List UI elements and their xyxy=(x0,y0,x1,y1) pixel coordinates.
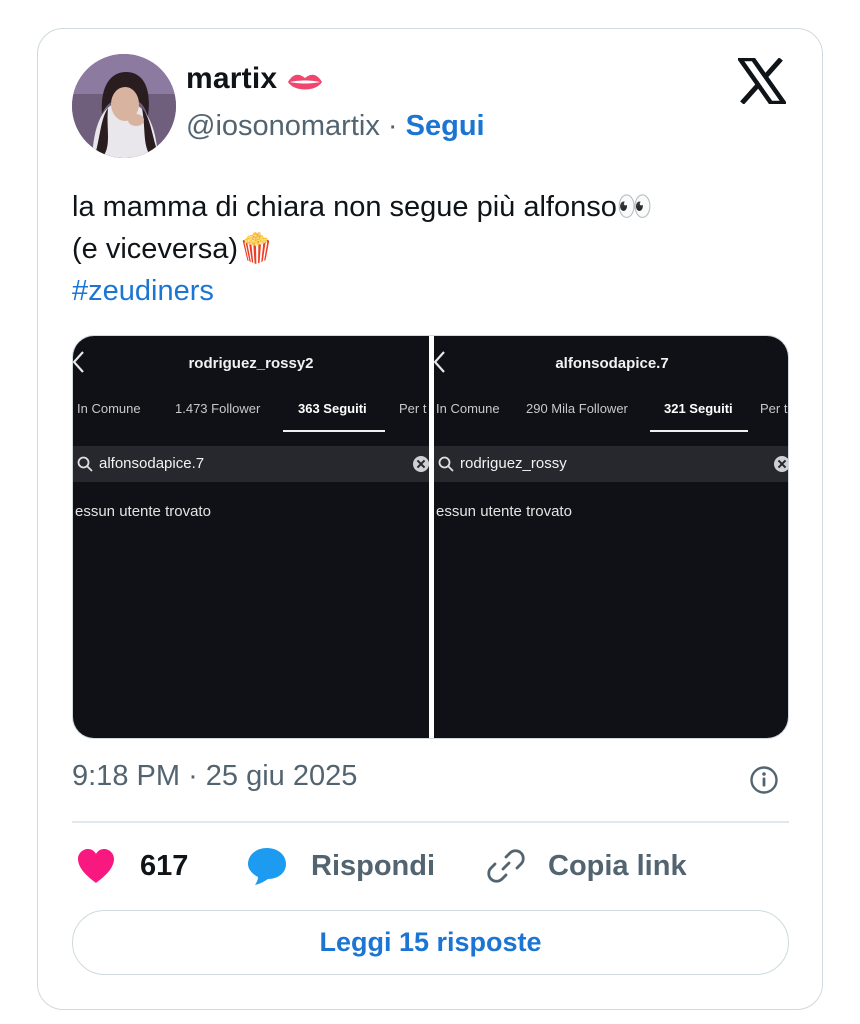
tab-seguiti: 363 Seguiti xyxy=(298,401,367,416)
clear-icon xyxy=(413,456,429,472)
active-tab-underline xyxy=(650,430,748,432)
clear-icon xyxy=(774,456,788,472)
like-count: 617 xyxy=(140,850,189,882)
tab-in-comune: In Comune xyxy=(77,401,141,416)
lips-icon xyxy=(288,74,322,90)
follow-link[interactable]: Segui xyxy=(406,110,485,142)
tab-per-te: Per t xyxy=(760,401,788,416)
copy-link-label: Copia link xyxy=(548,850,687,882)
separator: · xyxy=(387,110,398,142)
author-name[interactable]: martix xyxy=(186,62,277,96)
like-button[interactable]: 617 xyxy=(72,844,202,888)
read-replies-button[interactable]: Leggi 15 risposte xyxy=(72,910,789,975)
search-query: rodriguez_rossy xyxy=(460,455,567,472)
empty-result-text: essun utente trovato xyxy=(436,503,572,520)
tab-in-comune: In Comune xyxy=(436,401,500,416)
tab-per-te: Per t xyxy=(399,401,427,416)
separator: · xyxy=(188,760,198,792)
tweet-line-2: (e viceversa)🍿 xyxy=(72,233,275,265)
divider xyxy=(72,821,789,823)
copy-link-button[interactable]: Copia link xyxy=(486,844,706,888)
profile-username: alfonsodapice.7 xyxy=(555,355,669,372)
tweet-line-1: la mamma di chiara non segue più alfonso… xyxy=(72,191,653,223)
author-handle[interactable]: @iosonomartix xyxy=(186,110,380,142)
reply-bubble-icon xyxy=(248,848,286,885)
tab-follower: 290 Mila Follower xyxy=(526,401,628,416)
tweet-text: la mamma di chiara non segue più alfonso… xyxy=(72,186,653,312)
screenshot-left: rodriguez_rossy2 In Comune 1.473 Followe… xyxy=(73,336,429,738)
tab-seguiti: 321 Seguiti xyxy=(664,401,733,416)
search-icon xyxy=(77,456,93,472)
x-logo-icon[interactable] xyxy=(738,58,786,104)
heart-icon xyxy=(78,849,114,883)
profile-tabs: In Comune 1.473 Follower 363 Seguiti Per… xyxy=(73,401,429,432)
profile-tabs: In Comune 290 Mila Follower 321 Seguiti … xyxy=(434,401,788,432)
tweet-timestamp[interactable]: 9:18 PM · 25 giu 2025 xyxy=(72,760,357,793)
reply-label: Rispondi xyxy=(311,850,436,882)
search-query: alfonsodapice.7 xyxy=(99,455,205,472)
tweet-time: 9:18 PM xyxy=(72,760,180,792)
profile-username: rodriguez_rossy2 xyxy=(188,355,314,372)
tweet-date: 25 giu 2025 xyxy=(205,760,358,792)
link-icon xyxy=(487,849,525,883)
media-image[interactable]: rodriguez_rossy2 In Comune 1.473 Followe… xyxy=(72,335,789,739)
reply-button[interactable]: Rispondi xyxy=(246,844,446,888)
handle-row: @iosonomartix · Segui xyxy=(186,110,485,143)
search-bar: alfonsodapice.7 xyxy=(73,446,429,482)
info-icon[interactable] xyxy=(749,765,779,795)
empty-result-text: essun utente trovato xyxy=(75,503,211,520)
search-bar: rodriguez_rossy xyxy=(434,446,788,482)
hashtag-link[interactable]: #zeudiners xyxy=(72,270,653,312)
avatar[interactable] xyxy=(72,54,176,158)
tab-follower: 1.473 Follower xyxy=(175,401,261,416)
search-icon xyxy=(438,456,454,472)
screenshot-right: alfonsodapice.7 In Comune 290 Mila Follo… xyxy=(434,336,788,738)
active-tab-underline xyxy=(283,430,385,432)
